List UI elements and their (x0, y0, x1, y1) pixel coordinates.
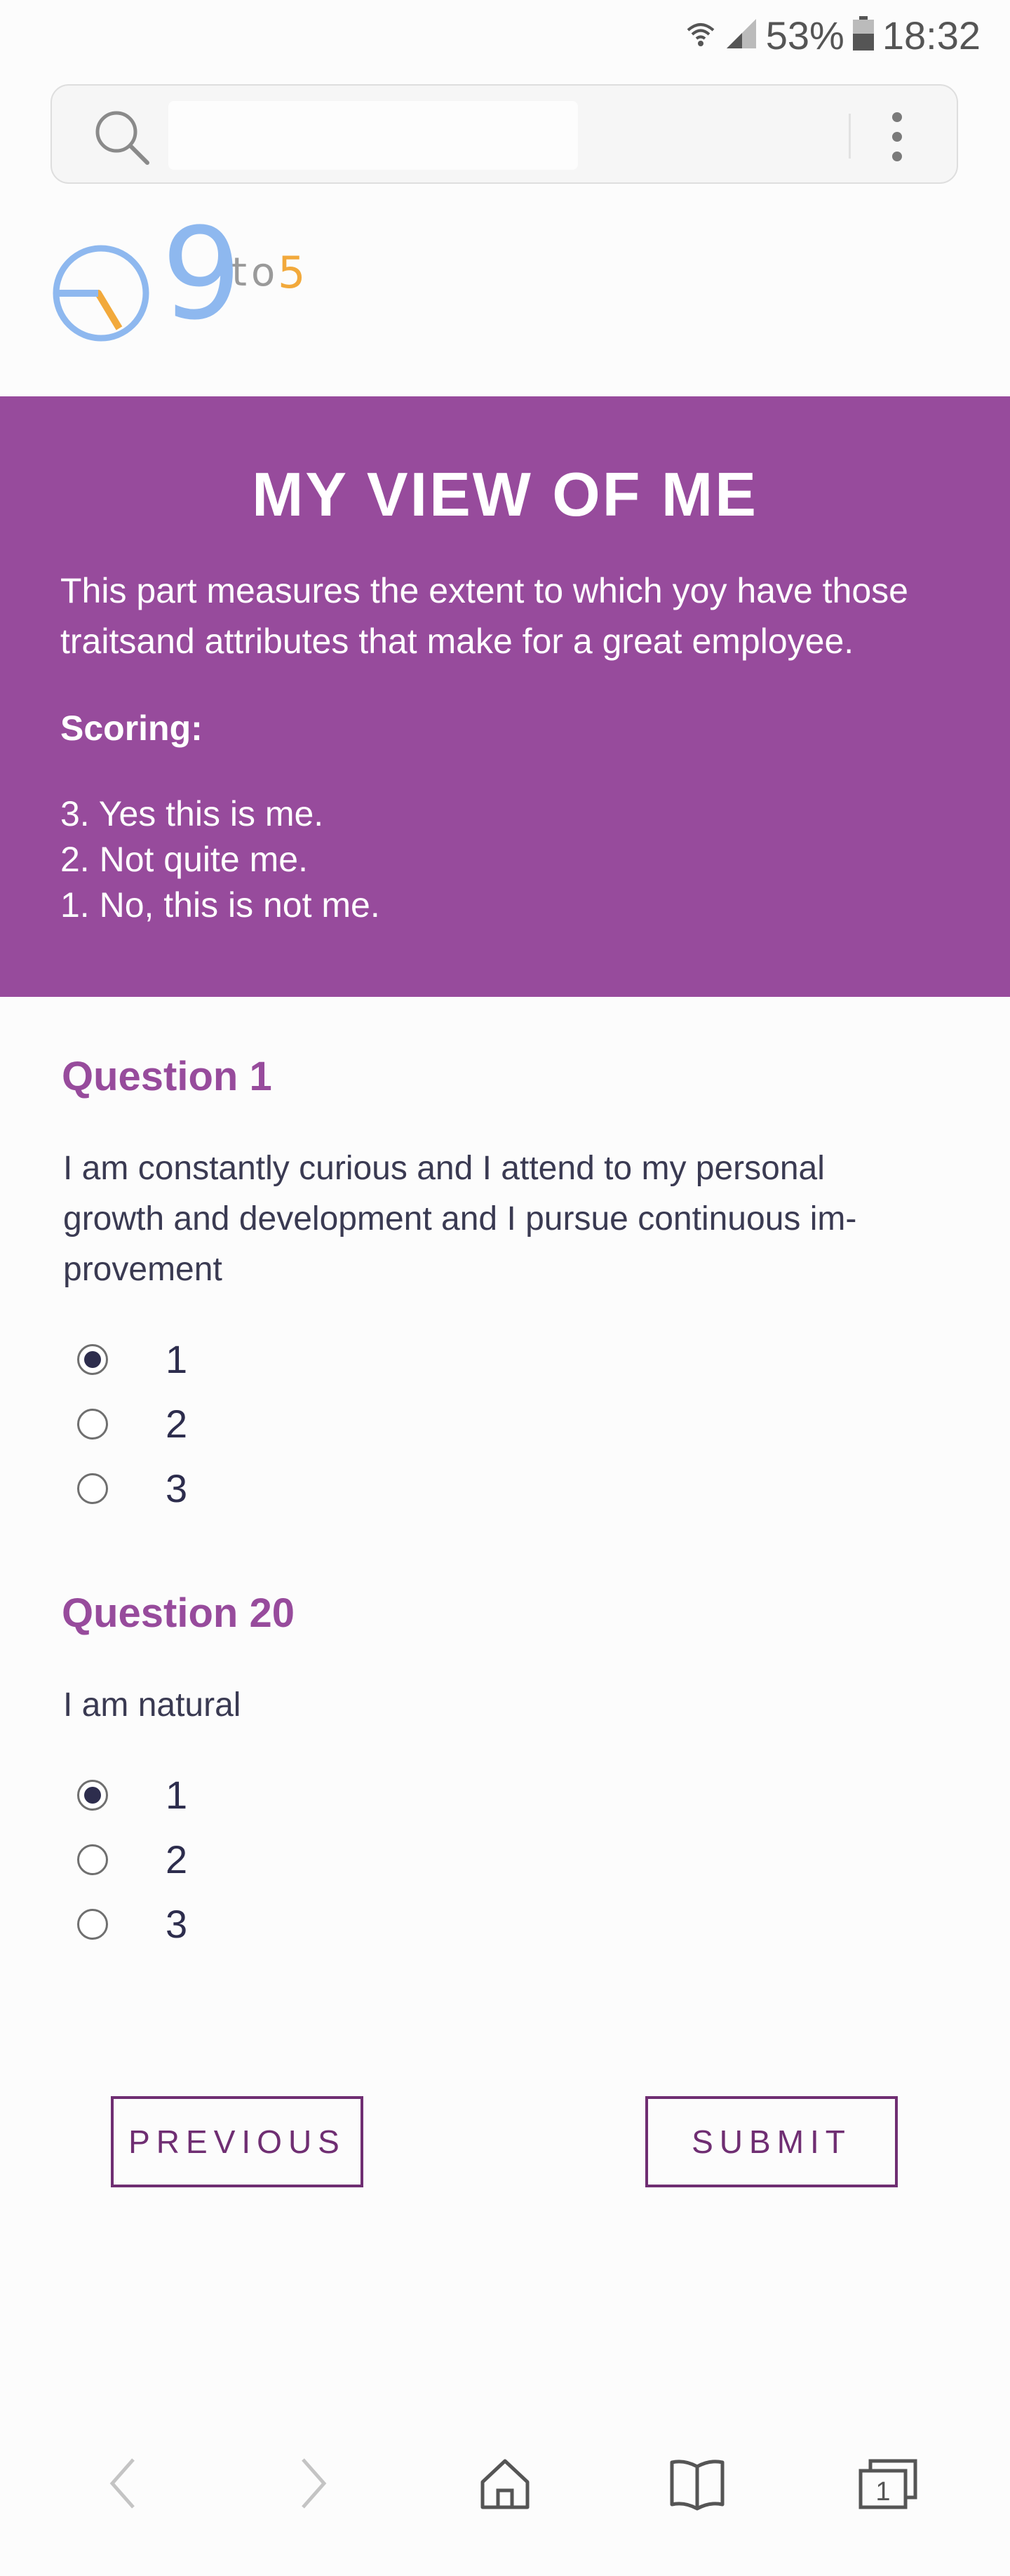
radio-option-1[interactable]: 1 (77, 1327, 952, 1392)
radio-option-3[interactable]: 3 (77, 1892, 952, 1957)
question-20: Question 20 I am natural 1 2 3 (62, 1589, 952, 1957)
wifi-icon (685, 18, 717, 53)
radio-label: 3 (166, 1902, 188, 1947)
radio-label: 2 (166, 1837, 188, 1882)
question-text-line: I am natural (63, 1686, 241, 1724)
bookmarks-icon[interactable] (662, 2448, 732, 2518)
radio-button-checked[interactable] (77, 1779, 108, 1811)
radio-label: 1 (166, 1773, 188, 1818)
section-description-line: This part measures the extent to which y… (60, 570, 908, 610)
scoring-item: 2. Not quite me. (60, 839, 308, 879)
radio-option-2[interactable]: 2 (77, 1392, 952, 1456)
signal-icon (724, 18, 759, 53)
question-title: Question 20 (62, 1590, 295, 1636)
radio-label: 3 (166, 1466, 188, 1511)
status-indicators: 53% 18:32 (685, 10, 981, 60)
radio-option-3[interactable]: 3 (77, 1456, 952, 1521)
radio-button[interactable] (77, 1908, 108, 1940)
radio-option-1[interactable]: 1 (77, 1763, 952, 1827)
battery-percent: 53% (765, 13, 844, 58)
logo-to: to (231, 250, 280, 295)
submit-button[interactable]: SUBMIT (645, 2096, 898, 2187)
logo-nine: 9 (161, 201, 242, 348)
back-icon[interactable] (88, 2448, 159, 2518)
more-vert-icon[interactable] (887, 112, 908, 161)
home-icon[interactable] (470, 2448, 540, 2518)
page-title: MY VIEW OF ME (252, 459, 758, 529)
section-description: This part measures the extent to which y… (60, 565, 950, 666)
previous-button[interactable]: PREVIOUS (111, 2096, 363, 2187)
question-text: I am natural (63, 1680, 952, 1731)
section-banner: MY VIEW OF ME This part measures the ext… (0, 396, 1010, 997)
clock: 18:32 (882, 13, 981, 58)
radio-button[interactable] (77, 1408, 108, 1440)
browser-address-bar[interactable] (50, 84, 958, 184)
status-bar: 53% 18:32 (0, 0, 1010, 70)
question-text: I am constantly curious and I attend to … (63, 1143, 952, 1295)
url-input[interactable] (168, 101, 578, 170)
radio-label: 2 (166, 1402, 188, 1447)
question-text-line: provement (63, 1250, 222, 1288)
browser-bottom-nav: 1 (0, 2413, 1010, 2533)
logo-mark-icon (53, 245, 149, 342)
battery-icon (851, 15, 875, 55)
radio-button-checked[interactable] (77, 1343, 108, 1375)
question-1: Question 1 I am constantly curious and I… (62, 1052, 952, 1521)
scoring-label: Scoring: (60, 708, 203, 748)
question-text-line: growth and development and I pursue cont… (63, 1200, 857, 1237)
address-bar-divider (849, 114, 851, 159)
radio-label: 1 (166, 1337, 188, 1382)
section-description-line: traitsand attributes that make for a gre… (60, 621, 854, 661)
question-text-line: I am constantly curious and I attend to … (63, 1149, 825, 1187)
radio-button[interactable] (77, 1473, 108, 1504)
logo-five: 5 (278, 247, 306, 298)
question-title: Question 1 (62, 1054, 272, 1099)
tabs-icon[interactable]: 1 (853, 2448, 923, 2518)
scoring-item: 1. No, this is not me. (60, 885, 380, 925)
radio-option-2[interactable]: 2 (77, 1827, 952, 1892)
radio-button[interactable] (77, 1844, 108, 1875)
search-icon[interactable] (90, 105, 153, 168)
scoring-list: 3. Yes this is me. 2. Not quite me. 1. N… (60, 791, 950, 928)
radio-group: 1 2 3 (62, 1763, 952, 1957)
forward-icon[interactable] (278, 2448, 348, 2518)
radio-group: 1 2 3 (62, 1327, 952, 1521)
site-logo[interactable]: 9 to 5 (52, 212, 318, 351)
tab-count: 1 (875, 2477, 890, 2507)
scoring-item: 3. Yes this is me. (60, 793, 324, 833)
